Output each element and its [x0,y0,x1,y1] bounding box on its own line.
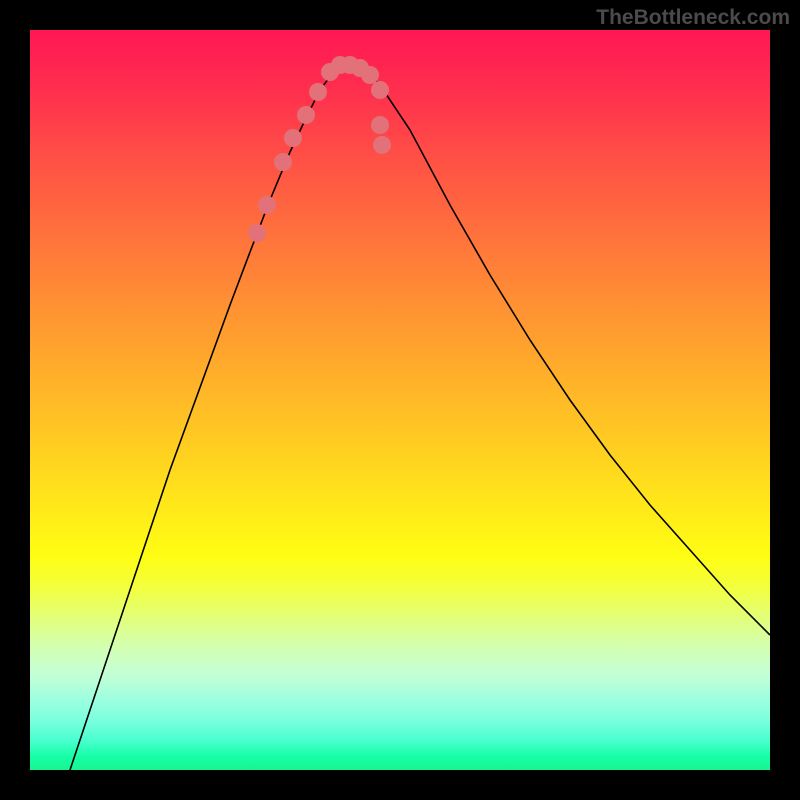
curve-line [70,65,770,770]
highlight-marker [371,116,389,134]
watermark-text: TheBottleneck.com [596,6,790,30]
highlight-marker [373,136,391,154]
highlight-marker [284,129,302,147]
bottleneck-curve-path [70,65,770,770]
highlight-markers [248,56,391,242]
highlight-marker [371,81,389,99]
chart-area [30,30,770,770]
highlight-marker [309,83,327,101]
highlight-marker [361,66,379,84]
bottleneck-curve-svg [30,30,770,770]
highlight-marker [258,196,276,214]
highlight-marker [274,153,292,171]
highlight-marker [297,106,315,124]
highlight-marker [248,224,266,242]
